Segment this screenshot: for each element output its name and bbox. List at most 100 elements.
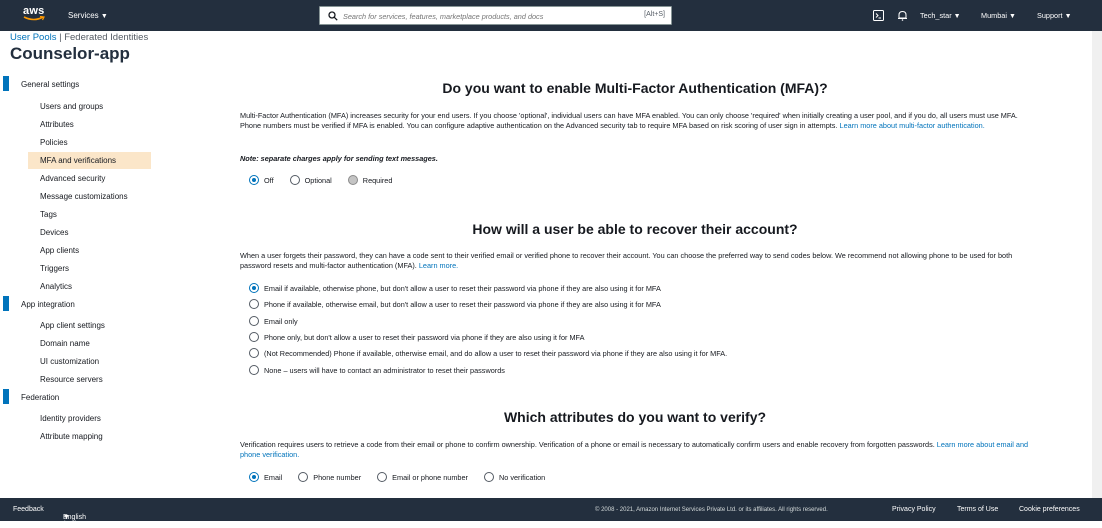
radio-button-disabled bbox=[347, 175, 358, 185]
radio-button[interactable] bbox=[249, 472, 259, 482]
recovery-option-label: Phone if available, otherwise email, but… bbox=[264, 299, 661, 309]
breadcrumb-separator: | bbox=[59, 32, 62, 43]
vertical-scrollbar[interactable] bbox=[1092, 31, 1102, 498]
radio-button[interactable] bbox=[483, 472, 494, 482]
search-icon bbox=[328, 11, 338, 21]
mfa-description: Multi-Factor Authentication (MFA) increa… bbox=[240, 111, 1030, 131]
sidebar-item-advanced-security[interactable]: Advanced security bbox=[40, 174, 105, 183]
sidebar-item-tags[interactable]: Tags bbox=[40, 210, 57, 219]
radio-button[interactable] bbox=[249, 316, 259, 326]
recovery-option-1[interactable]: Phone if available, otherwise email, but… bbox=[249, 299, 661, 309]
top-navigation-bar: aws Services ▼ [Alt+S] Tech_star ▼ Mumba… bbox=[0, 0, 1102, 31]
radio-button[interactable] bbox=[249, 332, 259, 342]
sidebar-item-attributes[interactable]: Attributes bbox=[40, 120, 74, 129]
mfa-heading: Do you want to enable Multi-Factor Authe… bbox=[442, 80, 828, 96]
bell-icon[interactable] bbox=[897, 10, 908, 21]
radio-button[interactable] bbox=[249, 299, 259, 309]
privacy-policy-link[interactable]: Privacy Policy bbox=[892, 506, 936, 513]
cloudshell-icon[interactable] bbox=[873, 10, 884, 21]
radio-button[interactable] bbox=[249, 283, 259, 293]
feedback-link[interactable]: Feedback bbox=[13, 506, 44, 513]
verify-option-label: Phone number bbox=[313, 472, 362, 482]
radio-button[interactable] bbox=[298, 472, 309, 482]
recovery-option-4[interactable]: (Not Recommended) Phone if available, ot… bbox=[249, 348, 727, 358]
sidebar-item-app-clients[interactable]: App clients bbox=[40, 246, 79, 255]
caret-down-icon: ▼ bbox=[63, 514, 70, 521]
recovery-option-3[interactable]: Phone only, but don't allow a user to re… bbox=[249, 332, 584, 342]
sidebar-item-attribute-mapping[interactable]: Attribute mapping bbox=[40, 432, 103, 441]
support-menu-button[interactable]: Support ▼ bbox=[1037, 11, 1072, 20]
verify-option-email-or-phone[interactable]: Email or phone number bbox=[377, 472, 468, 482]
verify-option-label: Email bbox=[264, 472, 283, 482]
search-input[interactable] bbox=[343, 9, 603, 23]
sidebar-item-users-and-groups[interactable]: Users and groups bbox=[40, 102, 103, 111]
mfa-option-optional-label: Optional bbox=[304, 175, 332, 185]
section-indicator bbox=[3, 76, 9, 91]
recovery-option-label: Email if available, otherwise phone, but… bbox=[264, 283, 661, 293]
verify-option-label: Email or phone number bbox=[392, 472, 468, 482]
support-label: Support bbox=[1037, 11, 1063, 20]
radio-button[interactable] bbox=[249, 348, 259, 358]
terms-of-use-link[interactable]: Terms of Use bbox=[957, 506, 998, 513]
verify-option-email[interactable]: Email bbox=[249, 472, 282, 482]
sidebar-item-domain-name[interactable]: Domain name bbox=[40, 339, 90, 348]
services-label: Services bbox=[68, 11, 99, 20]
recovery-option-label: None – users will have to contact an adm… bbox=[264, 365, 505, 375]
services-menu-button[interactable]: Services ▼ bbox=[68, 11, 108, 20]
recovery-learn-more-link[interactable]: Learn more. bbox=[419, 261, 458, 270]
recovery-option-label: Phone only, but don't allow a user to re… bbox=[264, 332, 585, 342]
sidebar-item-resource-servers[interactable]: Resource servers bbox=[40, 375, 103, 384]
verify-description: Verification requires users to retrieve … bbox=[240, 440, 1030, 460]
verify-option-phone[interactable]: Phone number bbox=[298, 472, 361, 482]
radio-button[interactable] bbox=[249, 175, 259, 185]
page-header: User Pools | Federated Identities Counse… bbox=[0, 31, 1102, 69]
federated-identities-link[interactable]: Federated Identities bbox=[64, 32, 148, 43]
radio-button[interactable] bbox=[377, 472, 388, 482]
caret-down-icon: ▼ bbox=[953, 13, 961, 20]
recovery-option-2[interactable]: Email only bbox=[249, 316, 298, 326]
caret-down-icon: ▼ bbox=[100, 13, 108, 20]
sidebar-item-analytics[interactable]: Analytics bbox=[40, 282, 72, 291]
search-box[interactable]: [Alt+S] bbox=[319, 6, 672, 25]
region-menu-button[interactable]: Mumbai ▼ bbox=[981, 11, 1016, 20]
section-indicator bbox=[3, 296, 9, 311]
search-shortcut-hint: [Alt+S] bbox=[644, 11, 665, 18]
sidebar-section-general-settings[interactable]: General settings bbox=[21, 80, 79, 89]
user-pools-link[interactable]: User Pools bbox=[10, 32, 56, 43]
cookie-preferences-link[interactable]: Cookie preferences bbox=[1019, 506, 1080, 513]
sidebar-item-triggers[interactable]: Triggers bbox=[40, 264, 69, 273]
mfa-option-off[interactable]: Off bbox=[249, 175, 274, 185]
sidebar-item-message-customizations[interactable]: Message customizations bbox=[40, 192, 128, 201]
section-indicator bbox=[3, 389, 9, 404]
copyright-text: © 2008 - 2021, Amazon Internet Services … bbox=[595, 507, 828, 513]
sidebar-section-federation[interactable]: Federation bbox=[21, 393, 59, 402]
recovery-option-label: (Not Recommended) Phone if available, ot… bbox=[264, 348, 728, 358]
mfa-option-optional[interactable]: Optional bbox=[289, 175, 332, 185]
account-menu-button[interactable]: Tech_star ▼ bbox=[920, 11, 961, 20]
radio-button[interactable] bbox=[249, 365, 259, 375]
recovery-description-text: When a user forgets their password, they… bbox=[240, 251, 1013, 270]
sidebar-item-mfa-and-verifications[interactable]: MFA and verifications bbox=[40, 156, 116, 165]
verify-description-text: Verification requires users to retrieve … bbox=[240, 440, 935, 449]
sidebar-item-app-client-settings[interactable]: App client settings bbox=[40, 321, 105, 330]
mfa-learn-more-link[interactable]: Learn more about multi-factor authentica… bbox=[840, 121, 985, 130]
recovery-description: When a user forgets their password, they… bbox=[240, 251, 1030, 271]
account-name: Tech_star bbox=[920, 11, 952, 20]
recovery-option-0[interactable]: Email if available, otherwise phone, but… bbox=[249, 283, 661, 293]
recovery-option-5[interactable]: None – users will have to contact an adm… bbox=[249, 365, 505, 375]
sidebar-item-devices[interactable]: Devices bbox=[40, 228, 68, 237]
mfa-radio-group: Off Optional Required bbox=[249, 175, 392, 185]
sidebar-item-policies[interactable]: Policies bbox=[40, 138, 68, 147]
mfa-option-required: Required bbox=[347, 175, 392, 185]
recovery-heading: How will a user be able to recover their… bbox=[472, 221, 798, 237]
sidebar-item-identity-providers[interactable]: Identity providers bbox=[40, 414, 101, 423]
aws-logo[interactable]: aws bbox=[23, 6, 47, 26]
sms-charges-note: Note: separate charges apply for sending… bbox=[240, 154, 438, 163]
caret-down-icon: ▼ bbox=[1008, 13, 1016, 20]
radio-button[interactable] bbox=[289, 175, 300, 185]
verify-heading: Which attributes do you want to verify? bbox=[503, 409, 767, 425]
sidebar-section-app-integration[interactable]: App integration bbox=[21, 300, 75, 309]
verify-option-none[interactable]: No verification bbox=[483, 472, 545, 482]
breadcrumb: User Pools | Federated Identities bbox=[10, 32, 148, 43]
sidebar-item-ui-customization[interactable]: UI customization bbox=[40, 357, 99, 366]
